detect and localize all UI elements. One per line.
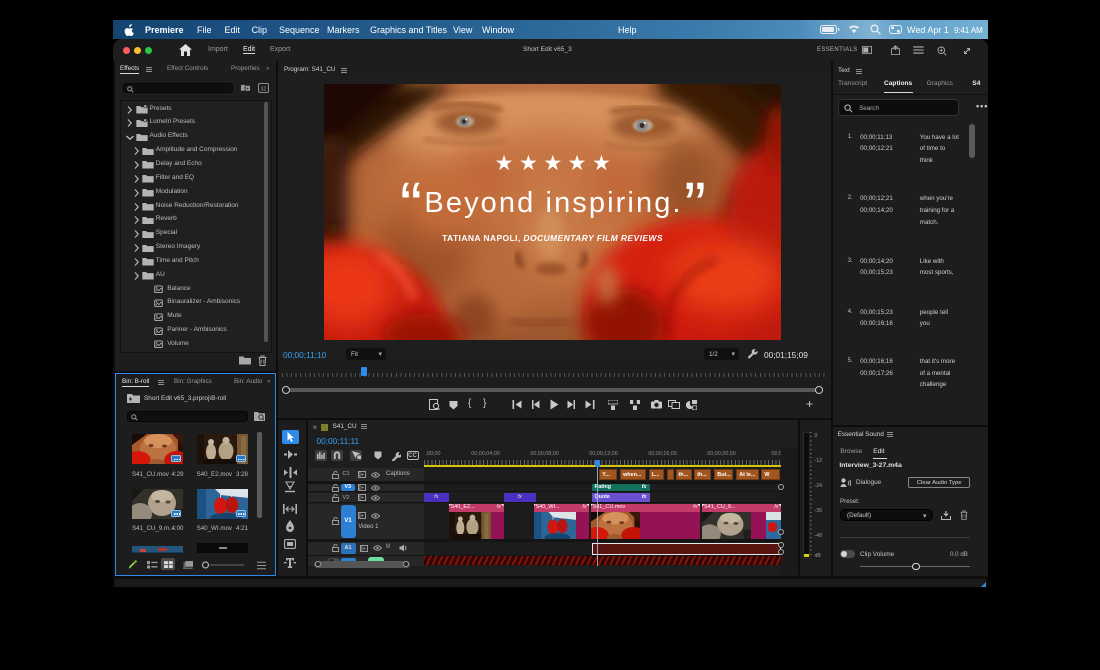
svg-text:32: 32: [260, 86, 266, 92]
